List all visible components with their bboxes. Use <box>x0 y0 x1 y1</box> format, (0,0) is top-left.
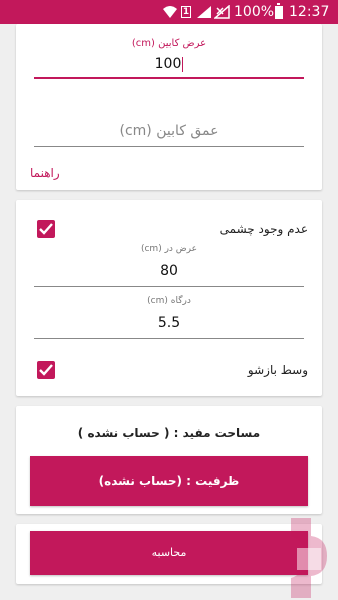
cabinet-width-label: عرض کابین (cm) <box>131 38 207 49</box>
door-opening-input[interactable]: 5.5 <box>16 315 322 331</box>
no-signal-icon <box>214 5 230 19</box>
cabinet-card: عرض کابین (cm) 100 عمق کابین (cm) راهنما <box>16 24 322 190</box>
sim-icon: 1 <box>181 6 191 18</box>
capacity-display: ظرفیت : (حساب نشده) <box>30 456 308 506</box>
text-caret <box>182 56 184 72</box>
door-width-label: عرض در (cm) <box>140 244 198 254</box>
cabinet-width-underline <box>34 77 304 79</box>
cabinet-depth-underline <box>34 146 304 147</box>
door-opening-underline <box>34 338 304 339</box>
battery-percent: 100% <box>234 4 275 20</box>
check-icon <box>39 223 53 235</box>
door-width-input[interactable]: 80 <box>16 263 322 279</box>
center-opening-label: وسط بازشو <box>247 363 308 377</box>
center-opening-checkbox[interactable] <box>37 361 55 379</box>
door-width-underline <box>34 286 304 287</box>
status-bar: 1 100% 12:37 <box>0 0 338 24</box>
battery-icon <box>275 3 283 19</box>
check-icon <box>39 364 53 376</box>
calculate-button[interactable]: محاسبه <box>30 531 308 575</box>
signal-icon <box>197 6 211 18</box>
clock: 12:37 <box>289 4 330 20</box>
no-eye-checkbox[interactable] <box>37 220 55 238</box>
cabinet-width-input[interactable]: 100 <box>16 56 322 72</box>
door-opening-label: (cm) درگاه <box>147 296 191 306</box>
cabinet-width-value: 100 <box>154 56 182 72</box>
useful-area-label: مساحت مفید : ( حساب نشده ) <box>77 426 261 440</box>
calculate-card: محاسبه <box>16 524 322 584</box>
guide-link[interactable]: راهنما <box>30 166 60 180</box>
door-options-card: عدم وجود چشمی عرض در (cm) 80 (cm) درگاه … <box>16 200 322 396</box>
results-card: مساحت مفید : ( حساب نشده ) ظرفیت : (حساب… <box>16 406 322 514</box>
app-store-watermark-icon <box>291 518 327 598</box>
cabinet-depth-input[interactable]: عمق کابین (cm) <box>16 123 322 139</box>
wifi-icon <box>163 6 177 18</box>
no-eye-label: عدم وجود چشمی <box>219 222 308 236</box>
